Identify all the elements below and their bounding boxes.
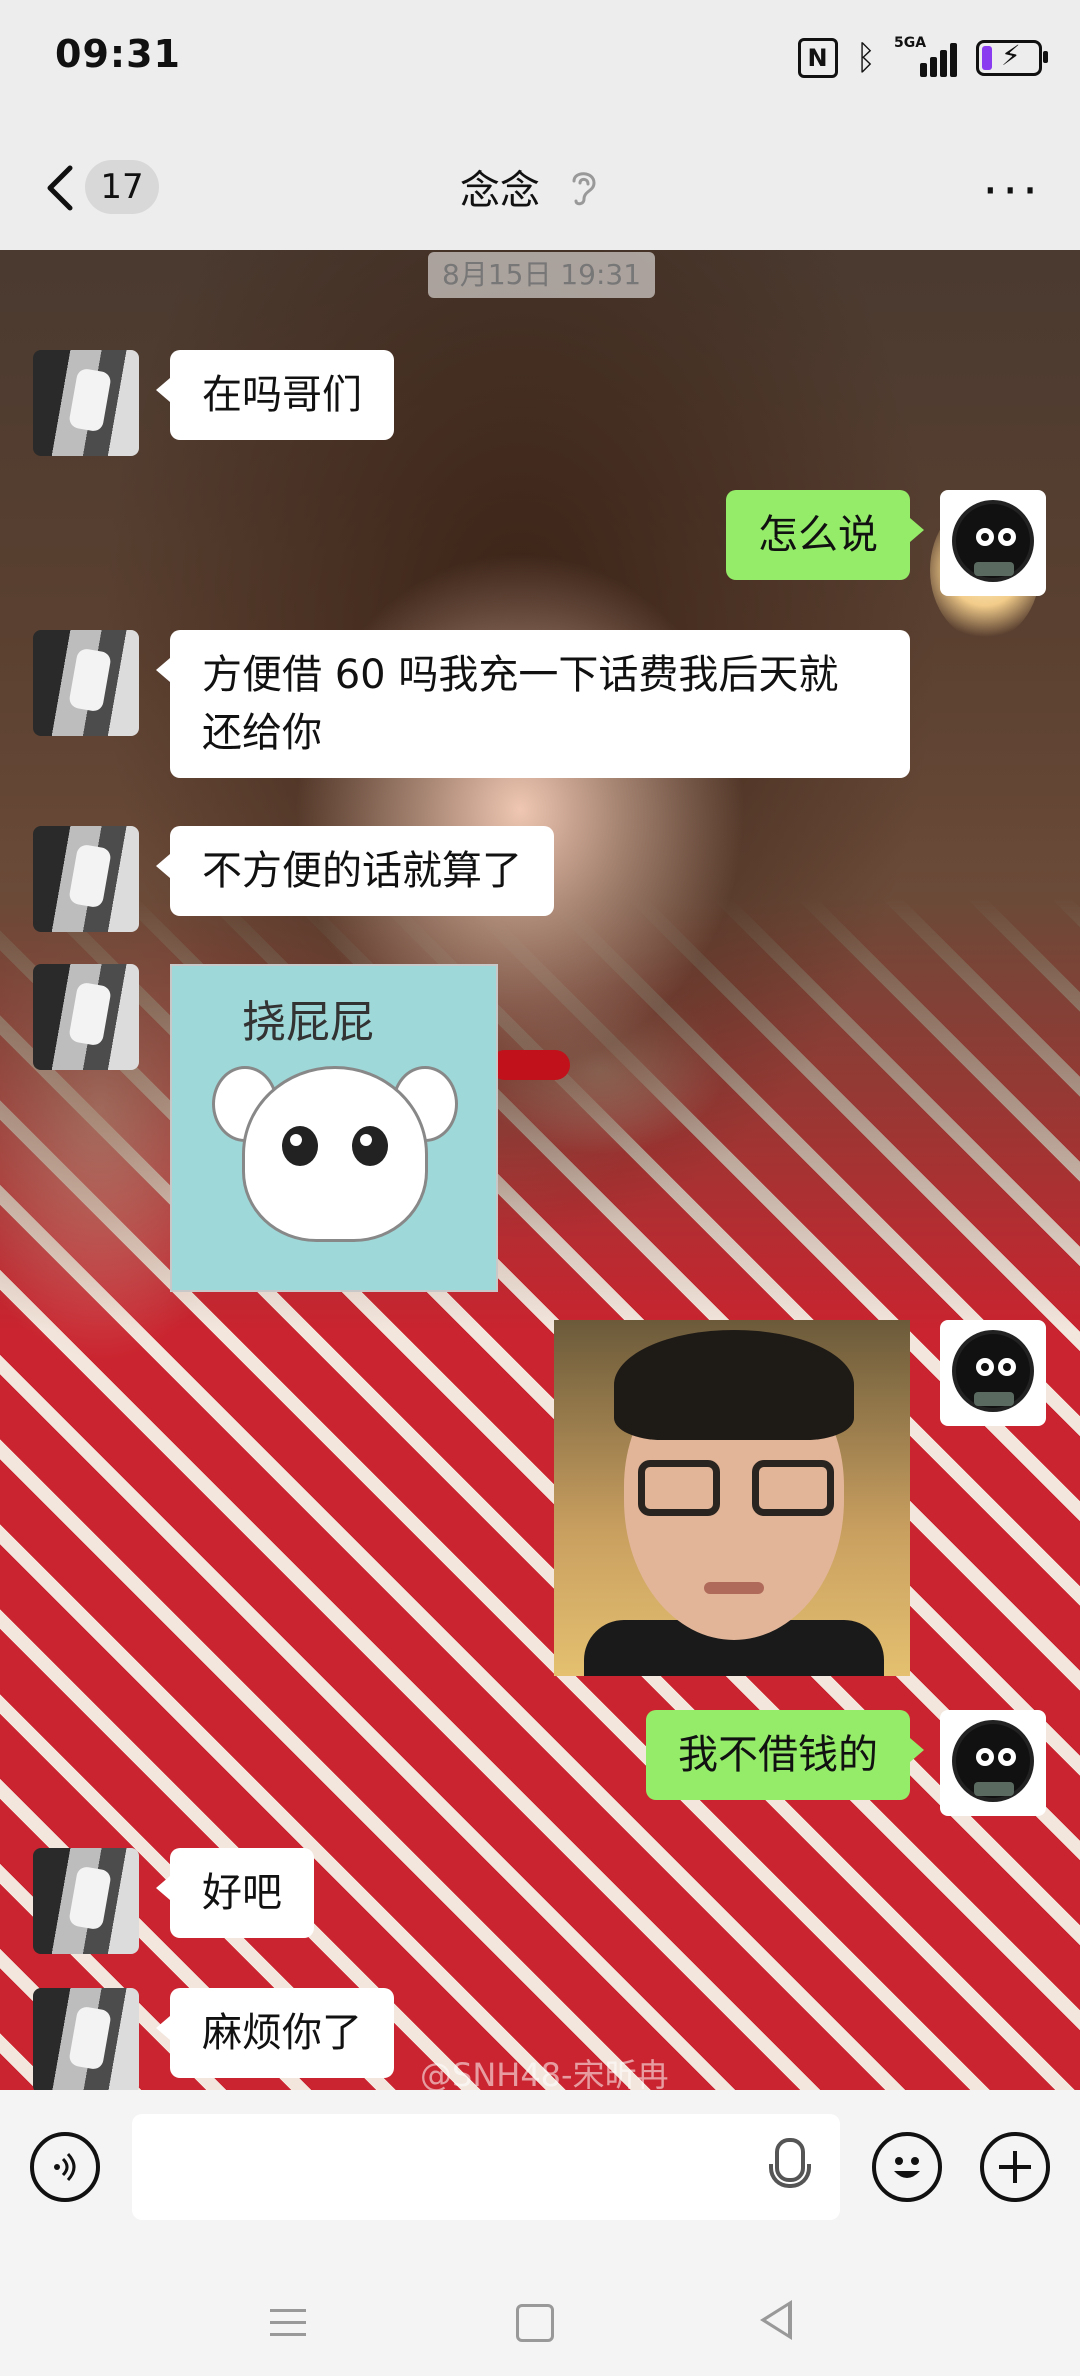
my-avatar[interactable] [940,490,1046,596]
chat-area[interactable]: @SNH48-宋昕冉 8月15日 19:31 在吗哥们 怎么说 方便借 60 吗… [0,250,1080,2090]
nfc-icon: N [797,38,838,78]
contact-avatar[interactable] [33,1848,139,1954]
my-avatar[interactable] [940,1710,1046,1816]
contact-name: 念念 [460,168,540,214]
system-navigation-bar [0,2270,1080,2376]
incoming-message[interactable]: 方便借 60 吗我充一下话费我后天就还给你 [156,630,910,778]
earpiece-icon [572,172,596,206]
chat-background-image [0,250,1080,1330]
plus-icon[interactable] [980,2132,1050,2202]
signal-icon: 5GA [894,35,958,77]
incoming-message[interactable]: 不方便的话就算了 [156,826,554,916]
microphone-icon[interactable] [769,2138,811,2188]
home-icon[interactable] [516,2304,554,2342]
chat-title: 念念 [460,158,604,216]
incoming-message[interactable]: 好吧 [156,1848,314,1938]
contact-avatar[interactable] [33,964,139,1070]
status-bar: 09:31 N ᛒ 5GA ⚡ [0,0,1080,120]
input-bar [0,2090,1080,2270]
battery-charging-icon: ⚡ [976,39,1048,76]
message-timestamp: 8月15日 19:31 [428,252,656,298]
unread-count-badge[interactable]: 17 [85,160,159,214]
status-icons: N ᛒ 5GA ⚡ [797,34,1048,82]
sticker-caption: 挠屁屁 [242,997,374,1048]
contact-avatar[interactable] [33,630,139,736]
sticker-message[interactable] [554,1320,910,1676]
contact-avatar[interactable] [33,350,139,456]
message-input[interactable] [132,2114,840,2220]
my-avatar[interactable] [940,1320,1046,1426]
background-watermark: @SNH48-宋昕冉 [420,2056,669,2090]
status-time: 09:31 [55,32,181,76]
recent-apps-icon[interactable] [270,2300,306,2345]
more-icon[interactable]: ··· [982,162,1042,220]
outgoing-message[interactable]: 我不借钱的 [646,1710,924,1800]
contact-avatar[interactable] [33,826,139,932]
sticker-message[interactable]: 挠屁屁 [170,964,498,1292]
voice-toggle-icon[interactable] [30,2132,100,2202]
chat-header: 17 念念 ··· [0,120,1080,250]
outgoing-message[interactable]: 怎么说 [726,490,924,580]
contact-avatar[interactable] [33,1988,139,2090]
bluetooth-icon: ᛒ [855,38,876,78]
emoji-icon[interactable] [872,2132,942,2202]
incoming-message[interactable]: 在吗哥们 [156,350,394,440]
network-label: 5GA [894,35,927,51]
system-back-icon[interactable] [760,2300,792,2340]
incoming-message[interactable]: 麻烦你了 [156,1988,394,2078]
